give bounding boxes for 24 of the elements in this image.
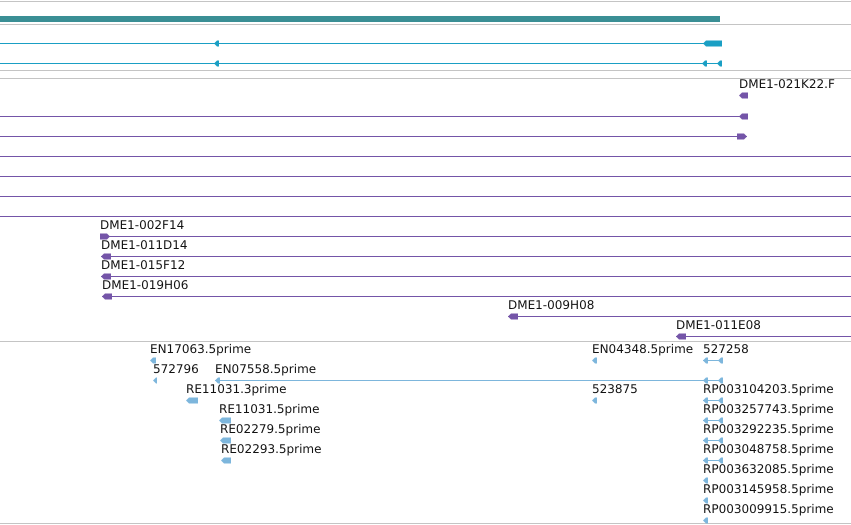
feature-label: RP003145958.5prime [703, 482, 834, 496]
feature-label: 527258 [703, 342, 749, 356]
feature-label: DME1-009H08 [508, 298, 594, 312]
feature-label: DME1-021K22.F [739, 77, 835, 91]
feature-label: RP003009915.5prime [703, 502, 834, 516]
feature-label: RE11031.3prime [186, 382, 286, 396]
feature-label: DME1-002F14 [100, 218, 184, 232]
feature-label: DME1-015F12 [101, 258, 186, 272]
feature-label: RP003257743.5prime [703, 402, 834, 416]
feature-label: RP003632085.5prime [703, 462, 834, 476]
feature-label: RP003292235.5prime [703, 422, 834, 436]
feature-label: RE11031.5prime [219, 402, 320, 416]
feature-label: DME1-011E08 [676, 318, 761, 332]
feature-label: EN04348.5prime [592, 342, 694, 356]
feature-label: DME1-011D14 [101, 238, 188, 252]
feature-label: 572796 [153, 362, 199, 376]
feature-label: 523875 [592, 382, 638, 396]
feature-label: DME1-019H06 [102, 278, 188, 292]
feature-label: RP003104203.5prime [703, 382, 834, 396]
feature-label: EN17063.5prime [150, 342, 252, 356]
feature-label: RE02293.5prime [221, 442, 322, 456]
feature-label: EN07558.5prime [215, 362, 316, 376]
feature-label: RP003048758.5prime [703, 442, 834, 456]
feature-label: RE02279.5prime [220, 422, 320, 436]
